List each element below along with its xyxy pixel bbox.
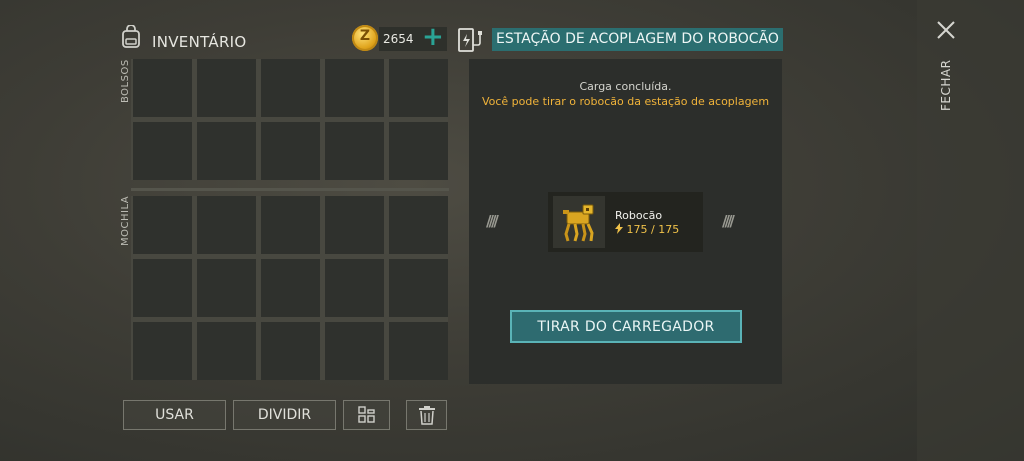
inventory-slot[interactable] <box>261 259 320 317</box>
close-button[interactable]: FECHAR <box>939 60 953 111</box>
remove-from-charger-button[interactable]: TIRAR DO CARREGADOR <box>510 310 742 343</box>
inventory-slot[interactable] <box>389 259 448 317</box>
inventory-slot[interactable] <box>197 259 256 317</box>
inventory-slot[interactable] <box>197 196 256 254</box>
inventory-slot[interactable] <box>389 196 448 254</box>
inventory-slot[interactable] <box>325 322 384 380</box>
charge-hint: Você pode tirar o robocão da estação de … <box>481 95 770 108</box>
backpack-label: MOCHILA <box>120 195 131 246</box>
inventory-slot[interactable] <box>133 59 192 117</box>
dock-stripes-left: //// <box>486 212 499 230</box>
station-title: ESTAÇÃO DE ACOPLAGEM DO ROBOCÃO <box>492 28 783 51</box>
inventory-slot[interactable] <box>325 122 384 180</box>
inventory-slot[interactable] <box>325 196 384 254</box>
robot-dog-icon <box>553 196 605 248</box>
backpack-grid <box>131 196 448 380</box>
trash-button[interactable] <box>406 400 447 430</box>
backpack-icon <box>122 25 140 48</box>
close-icon[interactable] <box>936 20 956 40</box>
inventory-slot[interactable] <box>261 59 320 117</box>
robot-name: Robocão <box>615 209 663 222</box>
charging-station-icon <box>458 28 482 52</box>
inventory-slot[interactable] <box>389 59 448 117</box>
inventory-slot[interactable] <box>133 322 192 380</box>
charge-status: Carga concluída. <box>579 80 672 93</box>
pockets-label: BOLSOS <box>120 59 131 103</box>
inventory-slot[interactable] <box>261 122 320 180</box>
split-button[interactable]: DIVIDIR <box>233 400 336 430</box>
robot-energy: 175 / 175 <box>615 223 679 236</box>
robot-energy-value: 175 / 175 <box>626 223 680 236</box>
inventory-slot[interactable] <box>133 259 192 317</box>
sort-inventory-button[interactable] <box>343 400 390 430</box>
coin-balance: 2654 <box>383 32 414 46</box>
inventory-slot[interactable] <box>261 322 320 380</box>
inventory-title: INVENTÁRIO <box>152 33 247 51</box>
trash-icon <box>418 406 435 425</box>
inventory-slot[interactable] <box>389 122 448 180</box>
inventory-slot[interactable] <box>261 196 320 254</box>
inventory-slot[interactable] <box>389 322 448 380</box>
inventory-slot[interactable] <box>325 59 384 117</box>
inventory-slot[interactable] <box>197 59 256 117</box>
bolt-icon <box>615 223 623 234</box>
coin-icon: Z <box>352 25 378 51</box>
dock-stripes-right: //// <box>722 212 735 230</box>
pockets-grid <box>131 59 448 180</box>
inventory-slot[interactable] <box>197 122 256 180</box>
inventory-slot[interactable] <box>133 196 192 254</box>
sort-grid-icon <box>357 406 375 423</box>
inventory-slot[interactable] <box>197 322 256 380</box>
inventory-slot[interactable] <box>325 259 384 317</box>
inventory-slot[interactable] <box>133 122 192 180</box>
close-strip <box>917 0 1024 461</box>
use-button[interactable]: USAR <box>123 400 226 430</box>
section-divider <box>131 188 449 191</box>
add-coins-button[interactable]: + <box>422 24 444 50</box>
